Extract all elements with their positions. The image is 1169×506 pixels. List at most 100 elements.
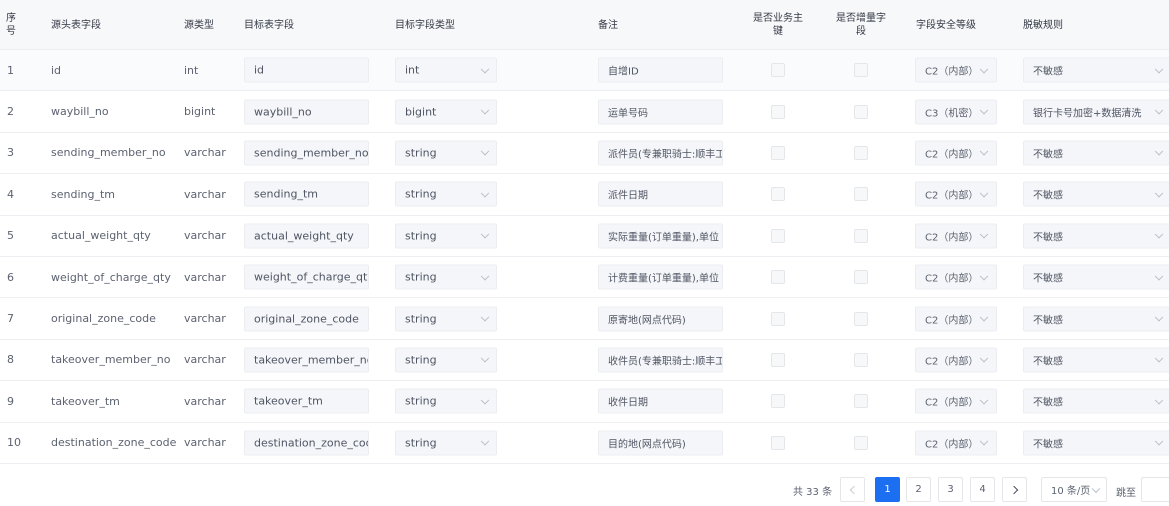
security-level-select[interactable]: C2（内部） (915, 181, 997, 207)
security-level-select[interactable]: C2（内部） (915, 57, 997, 83)
target-field-input[interactable]: waybill_no (244, 99, 369, 125)
table-row: 6 weight_of_charge_qty varchar weight_of… (0, 257, 1169, 299)
page-2-button[interactable]: 2 (906, 477, 931, 502)
increment-field-checkbox[interactable] (854, 435, 868, 450)
chevron-down-icon (979, 395, 989, 405)
target-type-select[interactable]: string (395, 347, 497, 373)
desensitize-rule-select[interactable]: 不敏感 (1023, 388, 1169, 414)
target-field-input[interactable]: takeover_member_no (244, 347, 369, 373)
security-level-value: C2（内部） (925, 356, 979, 368)
remark-input[interactable]: 收件日期 (598, 388, 723, 414)
target-type-select[interactable]: string (395, 140, 497, 166)
row-index: 1 (7, 63, 14, 77)
desensitize-rule-select[interactable]: 不敏感 (1023, 306, 1169, 332)
target-type-value: bigint (405, 105, 437, 119)
chevron-down-icon (480, 147, 490, 157)
target-field-input[interactable]: sending_member_no (244, 140, 369, 166)
desensitize-rule-select[interactable]: 不敏感 (1023, 430, 1169, 456)
security-level-select[interactable]: C2（内部） (915, 306, 997, 332)
business-key-checkbox[interactable] (771, 104, 785, 119)
row-index: 5 (7, 229, 14, 243)
increment-field-checkbox[interactable] (854, 145, 868, 160)
next-page-button[interactable] (1002, 477, 1027, 502)
remark-input[interactable]: 收件员(专兼职骑士:顺丰工 (598, 347, 723, 373)
page-1-button[interactable]: 1 (875, 477, 900, 502)
target-type-select[interactable]: string (395, 181, 497, 207)
remark-input[interactable]: 自增ID (598, 57, 723, 83)
chevron-right-icon (1009, 485, 1018, 494)
remark-input[interactable]: 目的地(网点代码) (598, 430, 723, 456)
business-key-checkbox[interactable] (771, 187, 785, 202)
security-level-value: C2（内部） (925, 232, 979, 244)
security-level-select[interactable]: C2（内部） (915, 223, 997, 249)
table-row: 5 actual_weight_qty varchar actual_weigh… (0, 216, 1169, 257)
remark-input[interactable]: 原寄地(网点代码) (598, 306, 723, 332)
desensitize-rule-select[interactable]: 不敏感 (1023, 264, 1169, 290)
security-level-select[interactable]: C2（内部） (915, 388, 997, 414)
business-key-checkbox[interactable] (771, 311, 785, 326)
security-level-value: C2（内部） (925, 397, 979, 409)
target-field-input[interactable]: takeover_tm (244, 388, 369, 414)
business-key-checkbox[interactable] (771, 352, 785, 367)
increment-field-checkbox[interactable] (854, 63, 868, 78)
increment-field-checkbox[interactable] (854, 104, 868, 119)
desensitize-rule-value: 不敏感 (1033, 66, 1063, 78)
chevron-down-icon (979, 230, 989, 239)
source-field-type: varchar (184, 270, 226, 284)
increment-field-checkbox[interactable] (854, 352, 868, 367)
target-field-input[interactable]: actual_weight_qty (244, 223, 369, 249)
page-size-select[interactable]: 10 条/页 (1041, 477, 1107, 502)
target-type-select[interactable]: string (395, 430, 497, 456)
security-level-select[interactable]: C3（机密） (915, 99, 997, 125)
target-type-select[interactable]: string (395, 223, 497, 249)
desensitize-rule-select[interactable]: 不敏感 (1023, 140, 1169, 166)
remark-input[interactable]: 运单号码 (598, 99, 723, 125)
desensitize-rule-select[interactable]: 不敏感 (1023, 347, 1169, 373)
remark-input[interactable]: 派件员(专兼职骑士:顺丰工 (598, 140, 723, 166)
target-type-select[interactable]: string (395, 264, 497, 290)
remark-input[interactable]: 派件日期 (598, 181, 723, 207)
desensitize-rule-value: 不敏感 (1033, 232, 1063, 244)
target-type-select[interactable]: int (395, 57, 497, 83)
remark-input[interactable]: 计费重量(订单重量),单位 (598, 264, 723, 290)
increment-field-checkbox[interactable] (854, 187, 868, 202)
security-level-value: C2（内部） (925, 66, 979, 78)
target-field-input[interactable]: original_zone_code (244, 306, 369, 332)
page-3-button[interactable]: 3 (938, 477, 963, 502)
table-row: 1 id int id int 自增ID C2（内部） 不敏感 (0, 50, 1169, 92)
page-4-button[interactable]: 4 (970, 477, 995, 502)
desensitize-rule-select[interactable]: 银行卡号加密+数据清洗 (1023, 99, 1169, 125)
remark-input[interactable]: 实际重量(订单重量),单位 (598, 223, 723, 249)
target-field-input[interactable]: weight_of_charge_qty (244, 264, 369, 290)
target-type-select[interactable]: bigint (395, 99, 497, 125)
increment-field-checkbox[interactable] (854, 311, 868, 326)
target-field-input[interactable]: sending_tm (244, 181, 369, 207)
security-level-select[interactable]: C2（内部） (915, 140, 997, 166)
desensitize-rule-select[interactable]: 不敏感 (1023, 57, 1169, 83)
business-key-checkbox[interactable] (771, 435, 785, 450)
security-level-select[interactable]: C2（内部） (915, 264, 997, 290)
business-key-checkbox[interactable] (771, 270, 785, 285)
chevron-down-icon (979, 354, 989, 363)
increment-field-checkbox[interactable] (854, 394, 868, 409)
security-level-select[interactable]: C2（内部） (915, 347, 997, 373)
target-type-select[interactable]: string (395, 388, 497, 414)
jump-page-input[interactable] (1141, 477, 1169, 502)
target-type-select[interactable]: string (395, 306, 497, 332)
business-key-checkbox[interactable] (771, 394, 785, 409)
target-field-input[interactable]: destination_zone_code (244, 430, 369, 456)
desensitize-rule-value: 不敏感 (1033, 439, 1063, 451)
table-row: 10 destination_zone_code varchar destina… (0, 423, 1169, 464)
desensitize-rule-select[interactable]: 不敏感 (1023, 223, 1169, 249)
business-key-checkbox[interactable] (771, 63, 785, 78)
security-level-select[interactable]: C2（内部） (915, 430, 997, 456)
increment-field-checkbox[interactable] (854, 228, 868, 243)
desensitize-rule-select[interactable]: 不敏感 (1023, 181, 1169, 207)
increment-field-checkbox[interactable] (854, 270, 868, 285)
target-field-input[interactable]: id (244, 57, 369, 83)
business-key-checkbox[interactable] (771, 228, 785, 243)
business-key-checkbox[interactable] (771, 145, 785, 160)
chevron-down-icon (979, 437, 989, 446)
chevron-down-icon (1154, 437, 1164, 446)
prev-page-button[interactable] (840, 477, 865, 502)
